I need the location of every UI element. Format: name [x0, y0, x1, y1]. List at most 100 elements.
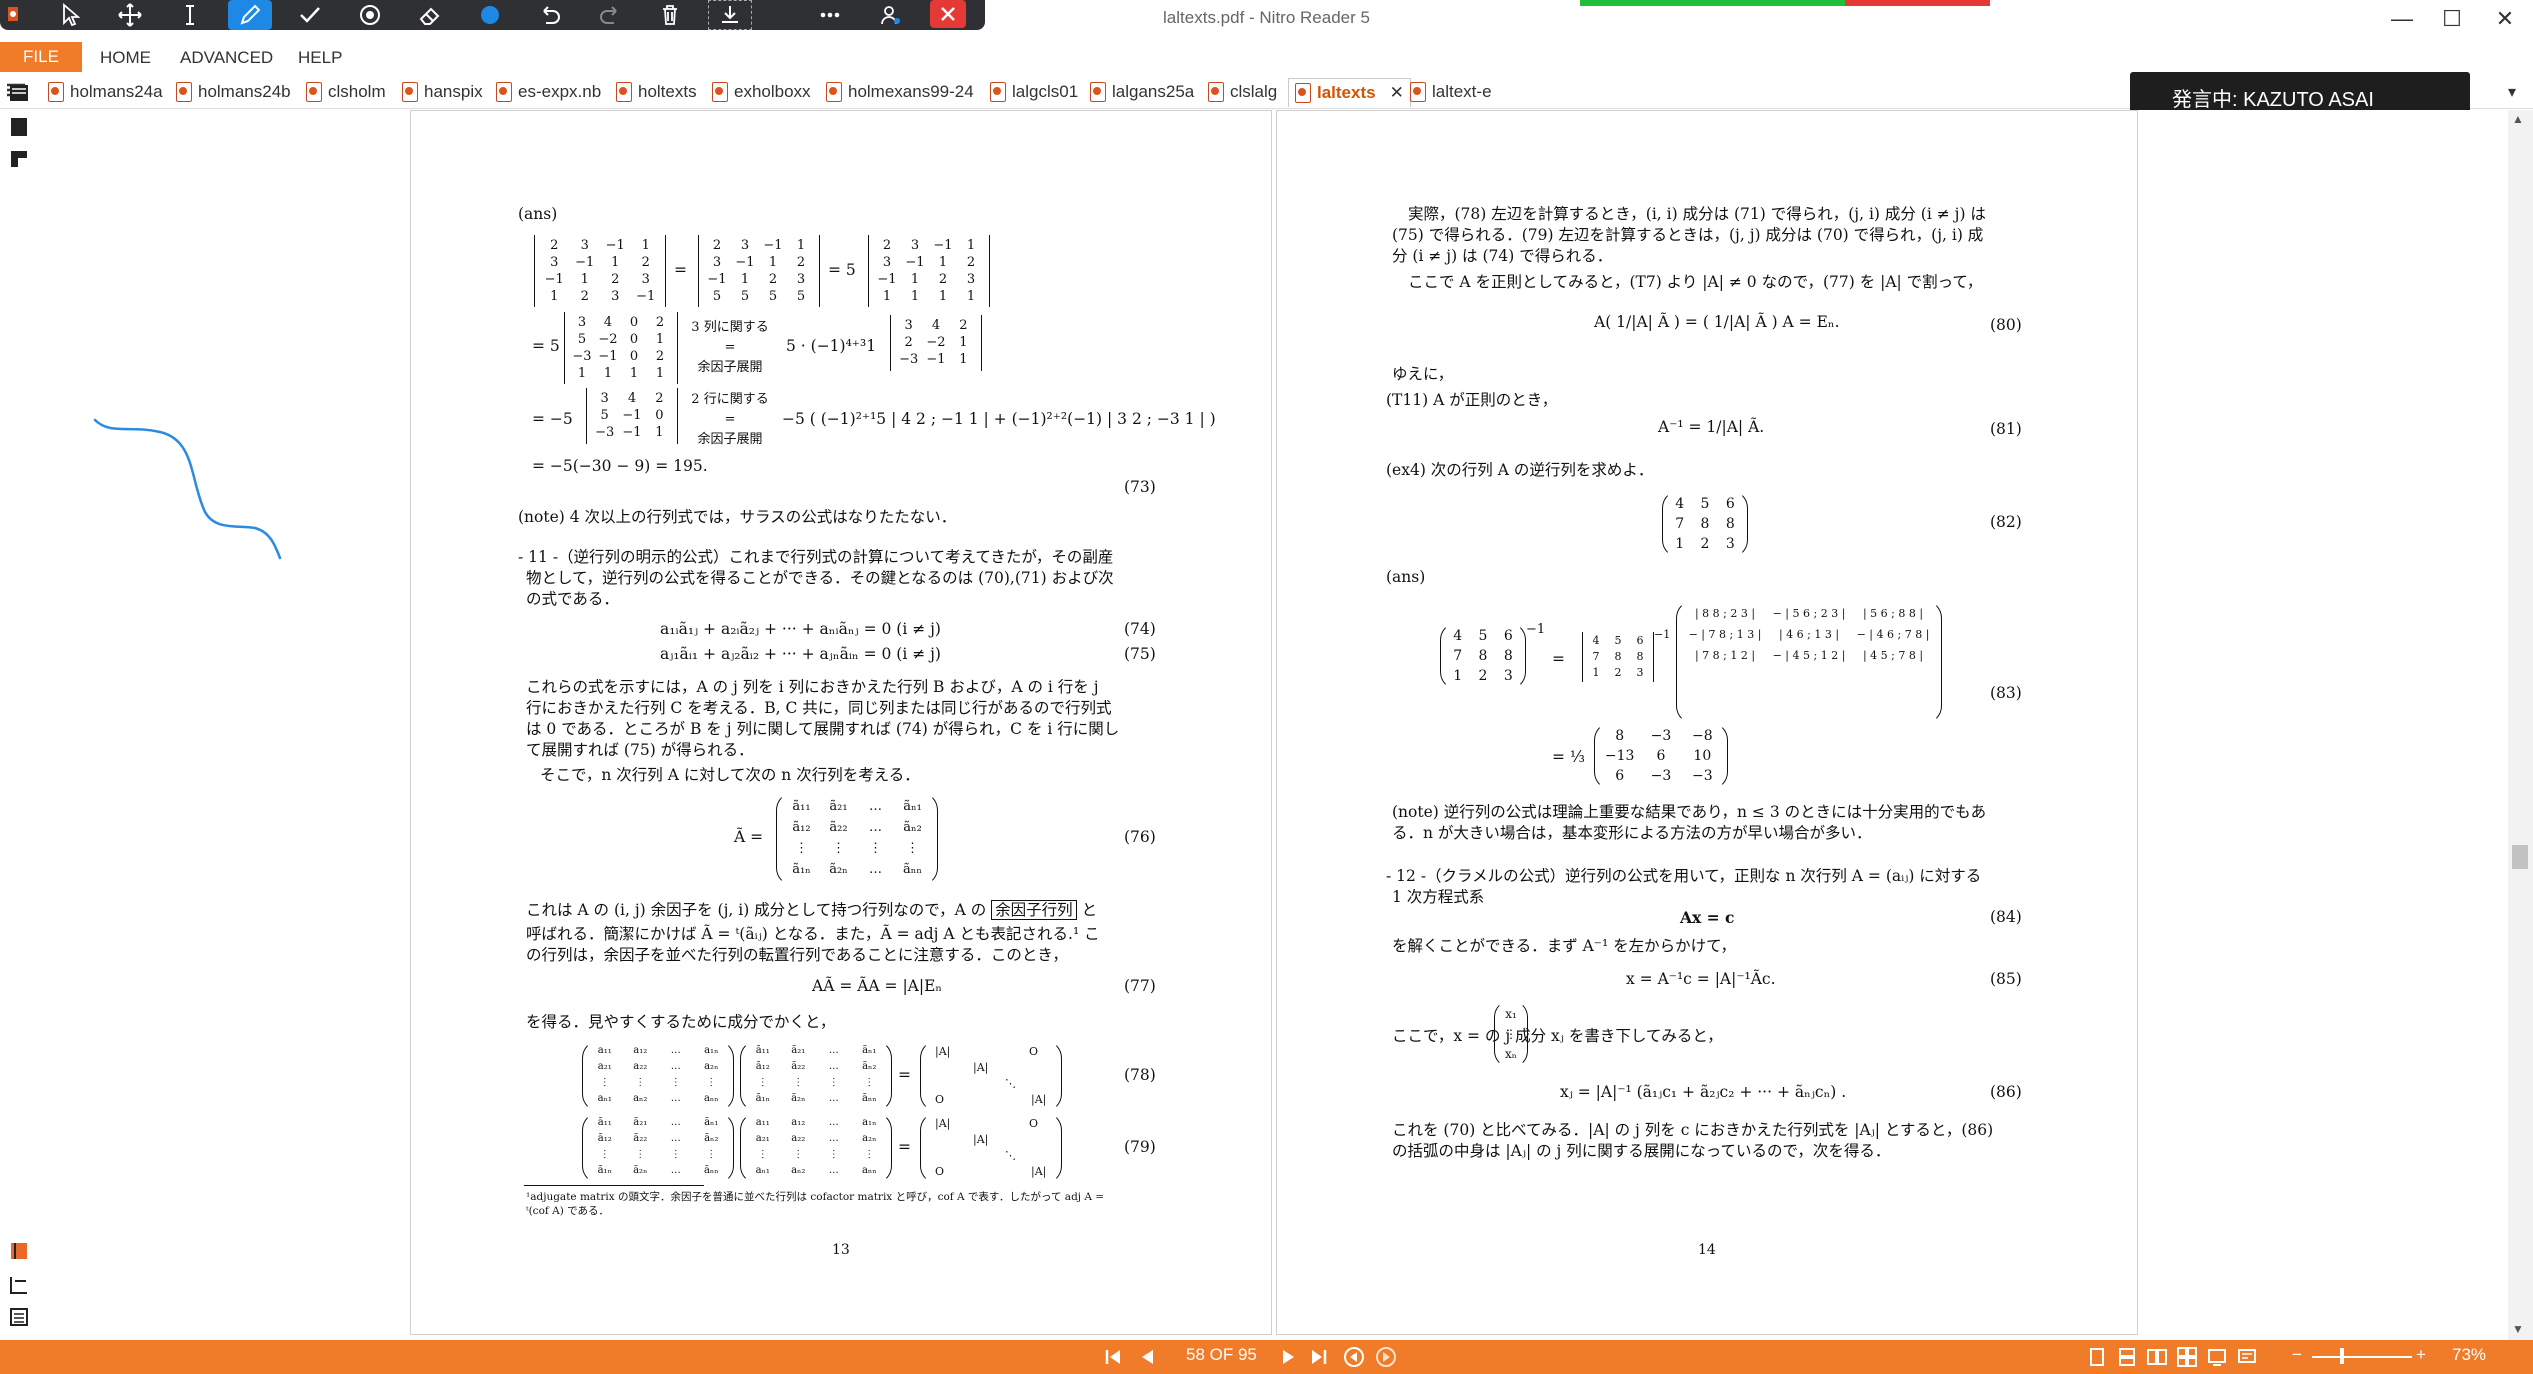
pen-icon[interactable]	[228, 0, 272, 30]
pdf-file-icon	[306, 82, 322, 102]
tab-lalgcls01[interactable]: lalgcls01	[990, 78, 1078, 106]
zoom-slider-handle[interactable]	[2340, 1348, 2344, 1364]
eq73-result: = −5(−30 − 9) = 195.	[532, 457, 708, 475]
eraser-icon[interactable]	[408, 0, 452, 30]
determinant-4x4-step2: 2 3 −1 1 3 −1 1 2 −1 1 2 3 1111	[868, 235, 990, 307]
fit-width-icon[interactable]	[2206, 1346, 2228, 1368]
sidebar-fields-icon[interactable]	[8, 1274, 30, 1296]
select-pointer-icon[interactable]	[48, 0, 92, 30]
cofactor-expansion-note-row: 2 行に関する = 余因子展開	[691, 392, 769, 447]
tab-holmans24b[interactable]: holmans24b	[176, 78, 291, 106]
cofactor-determinants-matrix: | 8 8 ; 2 3 | − | 5 6 ; 2 3 | | 5 6 ; 8 8 …	[1676, 600, 1942, 724]
para3-line3: の行列は，余因子を並べた行列の転置行列であることに注意する．このとき，	[526, 946, 1068, 964]
tab-holtexts[interactable]: holtexts	[616, 78, 697, 106]
eq78-number: (78)	[1124, 1066, 1156, 1084]
sidebar-output-icon[interactable]	[8, 1306, 30, 1328]
tab-clslalg[interactable]: clslalg	[1208, 78, 1277, 106]
scrollbar-thumb[interactable]	[2512, 845, 2528, 869]
pdf-file-icon	[826, 82, 842, 102]
save-download-icon[interactable]	[708, 0, 752, 30]
tab-laltexts[interactable]: laltexts ✕	[1288, 78, 1411, 107]
rp-para6: を解くことができる．まず A⁻¹ を左からかけて，	[1392, 937, 1737, 955]
last-page-icon[interactable]	[1308, 1346, 1330, 1368]
diag-matrix-eq78: |A| |A| ⋱ |A| O O	[920, 1040, 1062, 1112]
pdf-file-icon	[1295, 83, 1311, 103]
matrix-atilde-eq79: ã₁₁ ã₂₁… ãₙ₁ ã₁₂ ã₂₂… ãₙ₂ ⋮ ⋮ ⋮ ⋮ ã₁ₙ ã₂ₙ… ãₙₙ	[582, 1112, 734, 1184]
sidebar-bookmarks-icon[interactable]	[8, 116, 30, 138]
text-cursor-icon[interactable]	[168, 0, 212, 30]
tab-exholboxx[interactable]: exholboxx	[712, 78, 811, 106]
zoom-out-button[interactable]: −	[2292, 1345, 2302, 1365]
file-menu[interactable]: FILE	[0, 42, 82, 72]
color-picker-icon[interactable]	[468, 0, 512, 30]
tab-lalgans25a[interactable]: lalgans25a	[1090, 78, 1194, 106]
rp-ans: (ans)	[1386, 568, 1426, 586]
rp-para1-line3: 分 (i ≠ j) は (74) で得られる．	[1392, 247, 1613, 265]
checkmark-icon[interactable]	[288, 0, 332, 30]
tab-close-icon[interactable]: ✕	[1390, 83, 1404, 103]
eq81-number: (81)	[1990, 420, 2022, 438]
fit-page-icon[interactable]	[2236, 1346, 2258, 1368]
pdf-file-icon	[1208, 82, 1224, 102]
left-sidebar	[0, 110, 37, 1340]
equals-one-third: = ⅓	[1552, 748, 1585, 766]
tab-es-expx[interactable]: es-expx.nb	[496, 78, 601, 106]
next-page-icon[interactable]	[1278, 1346, 1300, 1368]
eq81-text: A⁻¹ = 1/|A| Ã.	[1658, 418, 1765, 436]
sidebar-pages-icon[interactable]	[8, 82, 30, 104]
inverse-superscript: −1	[1526, 622, 1546, 637]
page-indicator[interactable]: 58 OF 95	[1186, 1345, 1257, 1365]
help-menu[interactable]: HELP	[298, 48, 342, 68]
first-page-icon[interactable]	[1102, 1346, 1124, 1368]
close-window-button[interactable]: ✕	[2478, 2, 2532, 36]
more-options-icon[interactable]	[808, 0, 852, 30]
para1-line1: これらの式を示すには，A の j 列を i 列におきかえた行列 B および，A …	[526, 678, 1099, 696]
sidebar-comments-icon[interactable]	[8, 148, 30, 170]
eq74-number: (74)	[1124, 620, 1156, 638]
previous-view-icon[interactable]	[1343, 1346, 1365, 1368]
ink-annotation-stroke[interactable]	[80, 400, 300, 580]
vertical-scrollbar[interactable]	[2508, 110, 2533, 1340]
user-settings-icon[interactable]	[868, 0, 912, 30]
rp-para1-line2: (75) で得られる．(79) 左辺を計算するときは，(j, j) 成分は (7…	[1392, 226, 1984, 244]
tab-holmexans99-24[interactable]: holmexans99-24	[826, 78, 974, 106]
tab-overflow-chevron-icon[interactable]: ▾	[2508, 82, 2516, 102]
determinant-4x4-step3: 3402 5 −2 0 1 −3 −1 0 2 1111	[564, 312, 678, 384]
continuous-facing-view-icon[interactable]	[2176, 1346, 2198, 1368]
adjugate-boxed-term: 余因子行列	[991, 900, 1077, 920]
scroll-up-arrow-icon[interactable]: ▲	[2512, 112, 2524, 126]
row-expansion-terms: −5 ( (−1)²⁺¹5 | 4 2 ; −1 1 | + (−1)²⁺²(−…	[782, 410, 1216, 428]
scroll-down-arrow-icon[interactable]: ▼	[2512, 1322, 2524, 1336]
previous-page-icon[interactable]	[1136, 1346, 1158, 1368]
minimize-button[interactable]: —	[2375, 2, 2429, 36]
home-menu[interactable]: HOME	[100, 48, 151, 68]
rp-para7: ここで，x = の j 成分 xⱼ を書き下してみると，	[1392, 1027, 1723, 1045]
section12-line1: - 12 -（クラメルの公式）逆行列の公式を用いて，正則な n 次行列 A = …	[1386, 867, 1982, 885]
stamp-icon[interactable]	[348, 0, 392, 30]
zoom-in-button[interactable]: +	[2416, 1345, 2426, 1365]
tab-hanspix[interactable]: hanspix	[402, 78, 483, 106]
redo-icon[interactable]	[588, 0, 632, 30]
close-toolbar-icon[interactable]	[930, 0, 966, 28]
eq80-number: (80)	[1990, 316, 2022, 334]
tab-holmans24a[interactable]: holmans24a	[48, 78, 163, 106]
single-page-view-icon[interactable]	[2086, 1346, 2108, 1368]
trash-icon[interactable]	[648, 0, 692, 30]
zoom-slider-track[interactable]	[2312, 1356, 2412, 1358]
advanced-menu[interactable]: ADVANCED	[180, 48, 273, 68]
facing-view-icon[interactable]	[2146, 1346, 2168, 1368]
pdf-file-icon	[402, 82, 418, 102]
tab-clsholm[interactable]: clsholm	[306, 78, 386, 106]
eq84-number: (84)	[1990, 908, 2022, 926]
undo-icon[interactable]	[528, 0, 572, 30]
zoom-level[interactable]: 73%	[2452, 1345, 2486, 1365]
ans-label: (ans)	[518, 205, 558, 223]
move-icon[interactable]	[108, 0, 152, 30]
next-view-icon[interactable]	[1375, 1346, 1397, 1368]
continuous-view-icon[interactable]	[2116, 1346, 2138, 1368]
eq85-number: (85)	[1990, 970, 2022, 988]
sign-factor-1: 5 · (−1)⁴⁺³1	[786, 337, 877, 355]
maximize-button[interactable]: ☐	[2425, 2, 2479, 36]
tab-laltext-e[interactable]: laltext-e	[1410, 78, 1492, 106]
sidebar-attachments-icon[interactable]	[8, 1240, 30, 1262]
